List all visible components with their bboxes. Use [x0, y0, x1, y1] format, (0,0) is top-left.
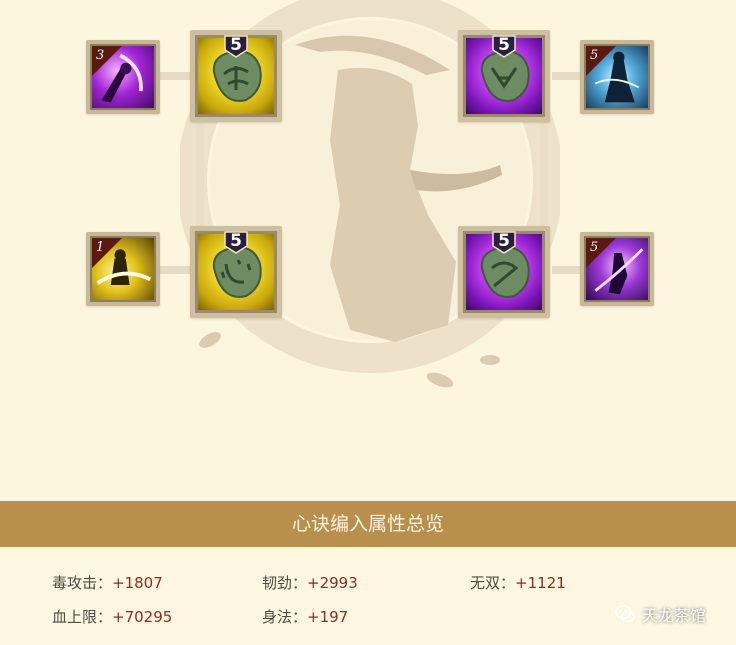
gem-level-badge: 5	[491, 230, 517, 254]
stat-max-hp: 血上限：+70295	[52, 606, 172, 627]
stat-label: 毒攻击：	[52, 574, 113, 592]
violet-slash-skill-icon: 5	[586, 238, 648, 300]
bottom-left-gem-slot[interactable]: 5	[190, 226, 282, 318]
stat-label: 无双：	[470, 574, 516, 592]
wechat-logo-icon	[614, 605, 635, 623]
stat-value: +1807	[112, 574, 163, 592]
gem-level-badge: 5	[223, 230, 249, 254]
bottom-left-skill-slot[interactable]: 1	[86, 232, 160, 306]
gem-level-badge: 5	[491, 34, 517, 58]
dark-blade-skill-icon: 3	[92, 46, 154, 108]
top-right-gem-slot[interactable]: 5	[458, 30, 550, 122]
top-right-skill-slot[interactable]: 5	[580, 40, 654, 114]
right-vertical-frame	[540, 110, 548, 240]
heart-formula-board: 3 5 5 5 1 5 5 5	[0, 0, 736, 500]
stat-agility: 身法：+197	[262, 606, 348, 627]
stat-value: +70295	[112, 608, 173, 626]
top-left-gem-slot[interactable]: 5	[190, 30, 282, 122]
stat-label: 血上限：	[52, 608, 113, 626]
skill-level: 5	[590, 240, 599, 255]
skill-level: 3	[96, 48, 105, 63]
stat-unrivaled: 无双：+1121	[470, 572, 566, 593]
golden-whirl-skill-icon: 1	[92, 238, 154, 300]
watermark-text: 天龙茶馆	[642, 606, 707, 625]
stat-label: 身法：	[262, 608, 308, 626]
summary-title: 心诀编入属性总览	[291, 513, 444, 535]
stat-label: 韧劲：	[262, 574, 308, 592]
stat-toughness: 韧劲：+2993	[262, 572, 358, 593]
top-left-skill-slot[interactable]: 3	[86, 40, 160, 114]
gem-level-badge: 5	[223, 34, 249, 58]
stats-panel: 毒攻击：+1807 韧劲：+2993 无双：+1121 血上限：+70295 身…	[0, 547, 736, 645]
stat-poison-attack: 毒攻击：+1807	[52, 572, 163, 593]
watermark: 天龙茶馆	[614, 602, 706, 626]
bottom-right-skill-slot[interactable]: 5	[580, 232, 654, 306]
stat-value: +197	[307, 608, 349, 626]
skill-level: 5	[590, 48, 599, 63]
left-vertical-frame	[196, 110, 204, 240]
stat-value: +1121	[515, 574, 566, 592]
blue-spirit-skill-icon: 5	[586, 46, 648, 108]
summary-title-banner: 心诀编入属性总览	[0, 501, 736, 547]
stat-value: +2993	[307, 574, 358, 592]
skill-level: 1	[96, 240, 105, 255]
bottom-right-gem-slot[interactable]: 5	[458, 226, 550, 318]
